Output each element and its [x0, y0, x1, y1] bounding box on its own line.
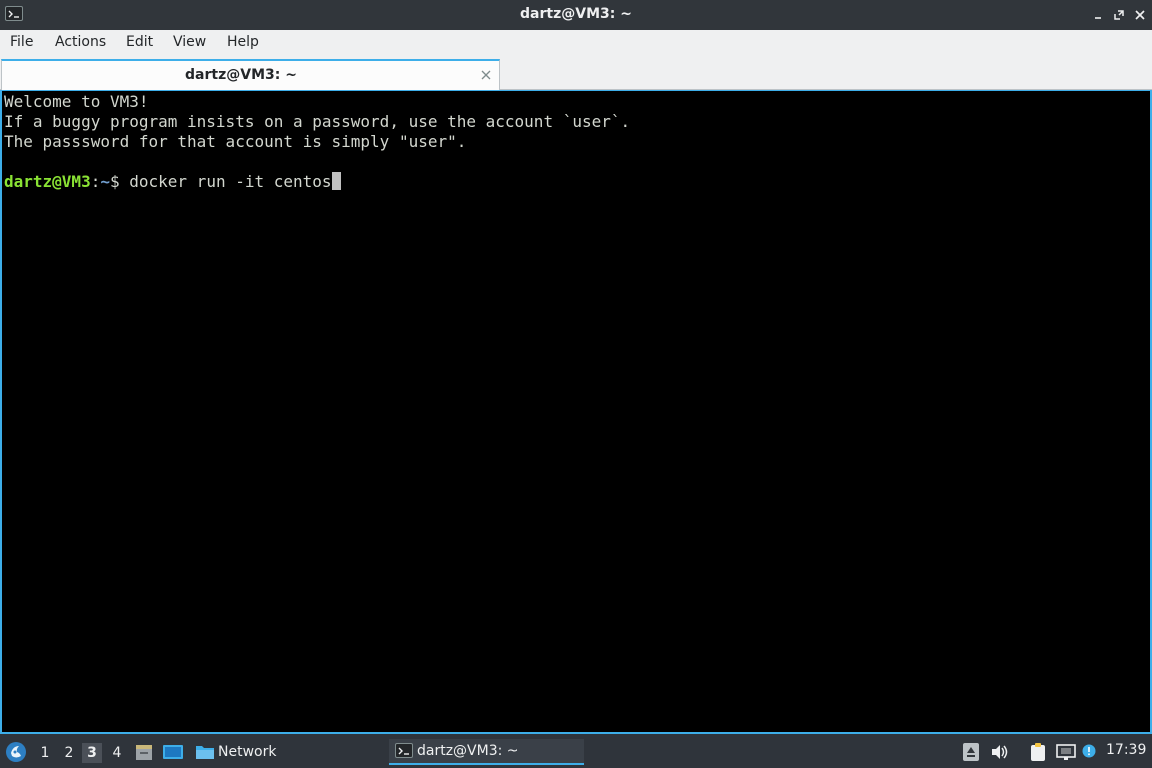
menu-view[interactable]: View: [173, 34, 206, 50]
folder-icon[interactable]: [195, 743, 215, 761]
terminal-prompt-line[interactable]: dartz@VM3:~$ docker run -it centos: [4, 172, 341, 192]
desktop-icon[interactable]: [162, 742, 184, 762]
window-title: dartz@VM3: ~: [520, 6, 632, 22]
notification-icon[interactable]: [1082, 744, 1096, 758]
taskbar: 1 2 3 4 Network dartz@VM3: ~ 17:39: [0, 734, 1152, 768]
menu-help[interactable]: Help: [227, 34, 259, 50]
workspace-1[interactable]: 1: [35, 743, 55, 763]
terminal-line: If a buggy program insists on a password…: [4, 112, 631, 131]
minimize-icon[interactable]: [1089, 6, 1107, 24]
volume-icon[interactable]: [990, 743, 1010, 761]
menu-edit[interactable]: Edit: [126, 34, 153, 50]
menu-file[interactable]: File: [10, 34, 33, 50]
menu-actions[interactable]: Actions: [55, 34, 106, 50]
clock[interactable]: 17:39: [1106, 742, 1146, 758]
tab-bar: dartz@VM3: ~: [0, 56, 1152, 91]
workspace-2[interactable]: 2: [59, 743, 79, 763]
terminal-icon: [395, 743, 413, 758]
close-icon[interactable]: [1131, 6, 1149, 24]
terminal-cursor: [331, 172, 341, 190]
window-titlebar[interactable]: dartz@VM3: ~: [0, 0, 1152, 30]
tab-close-icon[interactable]: [479, 68, 493, 82]
taskbar-task-terminal[interactable]: dartz@VM3: ~: [389, 739, 584, 765]
menu-bar: File Actions Edit View Help: [0, 30, 1152, 56]
clipboard-icon[interactable]: [1028, 741, 1048, 763]
prompt-path: ~: [100, 172, 110, 191]
prompt-user-host: dartz@VM3: [4, 172, 91, 191]
command-text: docker run -it centos: [129, 172, 332, 191]
tab-terminal-session[interactable]: dartz@VM3: ~: [1, 59, 500, 91]
maximize-icon[interactable]: [1110, 6, 1128, 24]
workspace-4[interactable]: 4: [107, 743, 127, 763]
workspace-3[interactable]: 3: [82, 743, 102, 763]
terminal-output[interactable]: Welcome to VM3! If a buggy program insis…: [0, 90, 1152, 734]
task-label: dartz@VM3: ~: [417, 743, 519, 759]
terminal-line: The passsword for that account is simply…: [4, 132, 467, 151]
prompt-symbol: $: [109, 172, 130, 191]
file-manager-icon[interactable]: [134, 742, 154, 762]
network-icon[interactable]: [1055, 742, 1077, 762]
prompt-colon: :: [90, 172, 101, 191]
tray-up-arrow-icon[interactable]: [963, 743, 979, 761]
terminal-line: Welcome to VM3!: [4, 92, 149, 111]
start-menu-icon[interactable]: [5, 741, 27, 763]
tab-label: dartz@VM3: ~: [185, 67, 297, 83]
network-launcher-label[interactable]: Network: [218, 744, 276, 760]
